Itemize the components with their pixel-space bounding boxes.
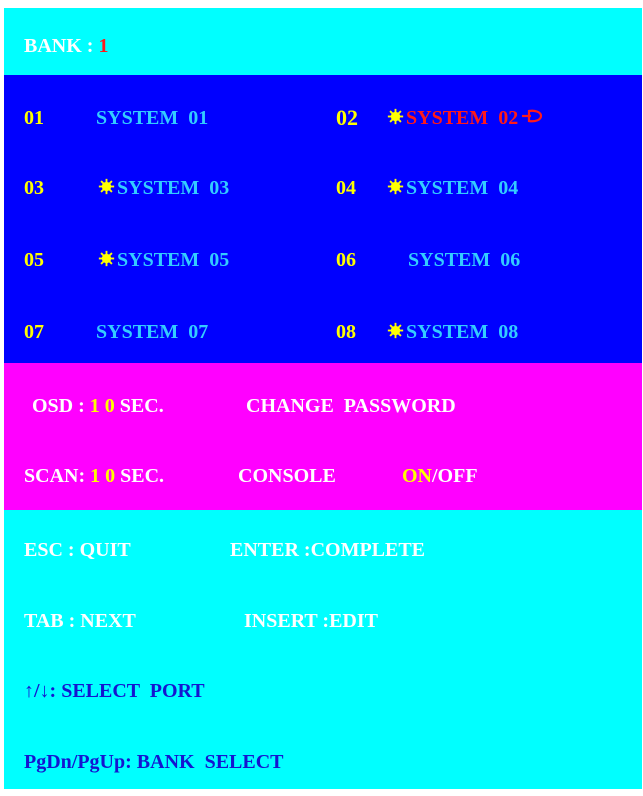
console-on: ON	[402, 465, 432, 487]
console-toggle[interactable]: ON/OFF	[402, 466, 478, 486]
sun-icon	[387, 108, 404, 125]
help-tab: TAB : NEXT	[24, 610, 136, 632]
port-name-04: SYSTEM 04	[406, 177, 519, 199]
port-number-07: 07	[24, 321, 44, 343]
bank-indicator: BANK : 1	[24, 36, 108, 56]
osd-digit-2[interactable]: 0	[105, 395, 115, 417]
port-name-06: SYSTEM 06	[408, 249, 521, 271]
port-name-08: SYSTEM 08	[406, 321, 519, 343]
port-name-07: SYSTEM 07	[96, 321, 209, 343]
scan-setting[interactable]: SCAN: 1 0 SEC.	[24, 466, 164, 486]
header-bar: BANK : 1	[4, 8, 642, 75]
pointing-hand-icon	[522, 109, 543, 123]
port-entry-03[interactable]: SYSTEM 03	[98, 178, 229, 198]
port-entry-05[interactable]: SYSTEM 05	[98, 250, 229, 270]
change-password-button[interactable]: CHANGE PASSWORD	[246, 396, 456, 416]
scan-unit: SEC.	[120, 465, 165, 487]
osd-digit-1[interactable]: 1	[90, 395, 100, 417]
help-pgdn: PgDn/PgUp: BANK SELECT	[24, 751, 284, 773]
osd-setting[interactable]: OSD : 1 0 SEC.	[32, 396, 164, 416]
port-number-05: 05	[24, 249, 44, 271]
bank-number: 1	[98, 35, 109, 57]
console-off: /OFF	[432, 465, 478, 487]
console-label: CONSOLE	[238, 465, 336, 487]
port-entry-02[interactable]: SYSTEM 02	[387, 108, 543, 128]
port-name-01: SYSTEM 01	[96, 107, 209, 129]
sun-icon	[98, 250, 115, 267]
port-number-08: 08	[336, 321, 356, 343]
port-number-01: 01	[24, 107, 44, 129]
port-name-02: SYSTEM 02	[406, 107, 519, 129]
port-entry-08[interactable]: SYSTEM 08	[387, 322, 518, 342]
port-entry-01[interactable]: SYSTEM 01	[96, 108, 208, 128]
sun-icon	[387, 178, 404, 195]
sun-icon	[98, 178, 115, 195]
port-entry-07[interactable]: SYSTEM 07	[96, 322, 208, 342]
scan-digit-2[interactable]: 0	[105, 465, 115, 487]
port-number-04: 04	[336, 177, 356, 199]
port-list: 01 SYSTEM 01 02 SYSTEM 02 03 SYSTEM 03 0…	[4, 75, 642, 363]
help-esc: ESC : QUIT	[24, 539, 131, 561]
help-arrows: ↑/↓: SELECT PORT	[24, 680, 205, 702]
port-entry-04[interactable]: SYSTEM 04	[387, 178, 518, 198]
help-insert: INSERT :EDIT	[244, 610, 378, 632]
osd-unit: SEC.	[119, 395, 164, 417]
port-number-06: 06	[336, 249, 356, 271]
port-number-02: 02	[336, 105, 358, 130]
osd-label: OSD :	[32, 395, 90, 417]
help-panel: ESC : QUIT ENTER :COMPLETE TAB : NEXT IN…	[4, 510, 642, 789]
port-name-03: SYSTEM 03	[117, 177, 230, 199]
scan-label: SCAN:	[24, 465, 91, 487]
osd-screen: BANK : 1 01 SYSTEM 01 02 SYSTEM 02 03 SY…	[4, 8, 642, 789]
settings-panel: OSD : 1 0 SEC. CHANGE PASSWORD SCAN: 1 0…	[4, 363, 642, 510]
scan-digit-1[interactable]: 1	[90, 465, 100, 487]
bank-label: BANK :	[24, 35, 99, 57]
port-number-03: 03	[24, 177, 44, 199]
sun-icon	[387, 322, 404, 339]
port-entry-06[interactable]: SYSTEM 06	[408, 250, 520, 270]
help-enter: ENTER :COMPLETE	[230, 539, 426, 561]
port-name-05: SYSTEM 05	[117, 249, 230, 271]
